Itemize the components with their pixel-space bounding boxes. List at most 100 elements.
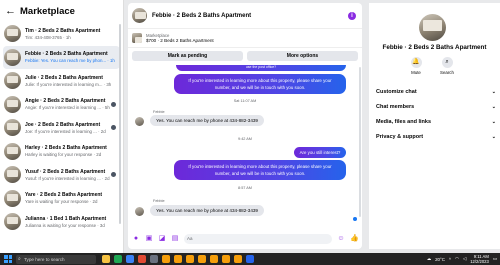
conversation-item[interactable]: Angie · 2 Beds 2 Baths Apartment Angie: …	[0, 93, 123, 117]
wifi-icon[interactable]: ◠	[455, 256, 459, 262]
read-receipt-avatar-icon	[111, 125, 116, 130]
chat-title[interactable]: Febbie · 2 Beds 2 Baths Apartment	[152, 13, 251, 19]
conversation-item[interactable]: Yusuf · 2 Beds 2 Baths Apartment Yusuf: …	[0, 163, 123, 187]
mark-pending-button[interactable]: Mark as pending	[132, 51, 243, 61]
mic-icon[interactable]: ●	[132, 235, 140, 243]
conversation-preview: Yusuf: If you're interested in learning …	[25, 175, 110, 181]
read-receipt-avatar-icon	[111, 172, 116, 177]
mute-label: Mute	[411, 70, 421, 75]
listing-thumbnail	[132, 33, 142, 43]
conversation-name: Febbie · 2 Beds 2 Baths Apartment	[25, 51, 108, 58]
privacy-support-row[interactable]: Privacy & support ⌄	[376, 134, 496, 140]
conversation-item[interactable]: Harley · 2 Beds 2 Baths Apartment Harley…	[0, 140, 123, 164]
timestamp: 9:42 AM	[238, 137, 252, 141]
more-options-button[interactable]: More options	[247, 51, 358, 61]
row-label: Customize chat	[376, 89, 417, 95]
chrome-icon[interactable]	[198, 255, 206, 263]
sender-avatar	[135, 117, 144, 126]
listing-price: $700 · 2 Beds 2 Baths Apartment	[146, 38, 214, 43]
emoji-icon[interactable]: ☺	[337, 235, 345, 243]
avatar	[4, 119, 21, 137]
sender-name: Febbie	[153, 199, 165, 203]
outgoing-message: If you're interested in learning more ab…	[174, 74, 346, 94]
sidebar-title: Marketplace	[20, 5, 75, 17]
profile-avatar[interactable]	[419, 14, 446, 41]
taskbar-search-input[interactable]: Type here to search	[16, 254, 96, 264]
mute-button[interactable]: 🔔 Mute	[404, 57, 428, 75]
conversation-name: Tim · 2 Beds 2 Baths Apartment	[25, 27, 101, 34]
like-icon[interactable]: 👍	[350, 235, 359, 243]
conversation-item[interactable]: Tim · 2 Beds 2 Baths Apartment Tim: 434-…	[0, 22, 123, 46]
conversation-sidebar: ← Marketplace Tim · 2 Beds 2 Baths Apart…	[0, 0, 124, 253]
clock-date: 12/2/2023	[470, 259, 489, 264]
chrome-icon[interactable]	[222, 255, 230, 263]
mail-icon[interactable]	[126, 255, 134, 263]
app-icon[interactable]	[138, 255, 146, 263]
conversation-item[interactable]: Julie · 2 Beds 2 Baths Apartment Julie: …	[0, 69, 123, 93]
avatar	[4, 213, 21, 231]
message-list: use the post office? If you're intereste…	[128, 65, 362, 229]
chat-scrollbar[interactable]	[359, 67, 361, 217]
chrome-icon[interactable]	[162, 255, 170, 263]
listing-card[interactable]: Marketplace $700 · 2 Beds 2 Baths Apartm…	[128, 29, 362, 48]
message-input[interactable]: Aa	[184, 234, 332, 244]
details-title: Febbie · 2 Beds 2 Baths Apartment	[382, 44, 487, 51]
taskbar-clock[interactable]: 9:11 AM 12/2/2023	[470, 254, 489, 264]
avatar	[4, 166, 21, 184]
conversation-preview: Tim: 434-408-3765 · 1h	[25, 34, 71, 40]
media-files-row[interactable]: Media, files and links ⌄	[376, 119, 496, 125]
search-button[interactable]: ⌕ Search	[435, 57, 459, 75]
back-arrow-icon[interactable]: ←	[5, 5, 17, 17]
avatar	[4, 48, 21, 66]
conversation-preview: Angie: If you're interested in learning …	[25, 105, 110, 111]
search-icon: ⌕	[441, 57, 453, 68]
read-receipt-avatar-icon	[111, 101, 116, 107]
incoming-message: Yes. You can reach me by phone at 434-88…	[150, 115, 264, 126]
sidebar-scrollbar[interactable]	[119, 24, 121, 224]
tray-chevron-icon[interactable]: ^	[449, 257, 451, 262]
sender-name: Febbie	[153, 110, 165, 114]
weather-icon[interactable]: ☁	[427, 256, 431, 262]
windows-start-icon[interactable]	[4, 255, 12, 263]
notification-icon[interactable]: ▭	[493, 256, 497, 262]
details-panel: Febbie · 2 Beds 2 Baths Apartment 🔔 Mute…	[369, 3, 500, 249]
chevron-down-icon: ⌄	[491, 134, 496, 140]
incoming-message: Yes. You can reach me by phone at 434-88…	[150, 205, 264, 216]
conversation-item[interactable]: Yare · 2 Beds 2 Baths Apartment Yare is …	[0, 187, 123, 211]
row-label: Privacy & support	[376, 134, 424, 140]
gif-icon[interactable]: ▤	[171, 235, 179, 243]
chrome-icon[interactable]	[234, 255, 242, 263]
customize-chat-row[interactable]: Customize chat ⌄	[376, 89, 496, 95]
conversation-item-selected[interactable]: Febbie · 2 Beds 2 Baths Apartment Febbie…	[3, 45, 120, 69]
conversation-name: Julianna · 1 Bed 1 Bath Apartment	[25, 215, 107, 222]
weather-temp[interactable]: 20°C	[435, 257, 445, 262]
conversation-name: Angie · 2 Beds 2 Baths Apartment	[25, 98, 106, 105]
outgoing-message: use the post office?	[176, 65, 346, 71]
chrome-icon[interactable]	[174, 255, 182, 263]
conversation-name: Harley · 2 Beds 2 Baths Apartment	[25, 145, 107, 152]
info-icon[interactable]: i	[348, 12, 356, 20]
volume-icon[interactable]: ◁	[463, 256, 466, 262]
conversation-name: Yare · 2 Beds 2 Baths Apartment	[25, 192, 103, 199]
file-explorer-icon[interactable]	[102, 255, 110, 263]
sticker-icon[interactable]: ◪	[158, 235, 166, 243]
conversation-item[interactable]: Julianna · 1 Bed 1 Bath Apartment Julian…	[0, 210, 123, 234]
timestamp: 8:57 AM	[238, 186, 252, 190]
chat-header: Febbie · 2 Beds 2 Baths Apartment i	[128, 3, 362, 29]
avatar	[4, 25, 21, 43]
chat-panel: Febbie · 2 Beds 2 Baths Apartment i Mark…	[128, 3, 362, 249]
app-icon[interactable]	[246, 255, 254, 263]
app-icon[interactable]	[150, 255, 158, 263]
chrome-icon[interactable]	[186, 255, 194, 263]
row-label: Media, files and links	[376, 119, 432, 125]
whatsapp-icon[interactable]	[114, 255, 122, 263]
image-icon[interactable]: ▣	[145, 235, 153, 243]
bell-icon: 🔔	[410, 57, 422, 68]
conversation-name: Julie · 2 Beds 2 Baths Apartment	[25, 74, 103, 81]
chat-members-row[interactable]: Chat members ⌄	[376, 104, 496, 110]
chat-avatar[interactable]	[132, 8, 147, 23]
chrome-icon[interactable]	[210, 255, 218, 263]
conversation-item[interactable]: Joe · 2 Beds 2 Baths Apartment Joe: If y…	[0, 116, 123, 140]
conversation-name: Yusuf · 2 Beds 2 Baths Apartment	[25, 168, 106, 175]
listing-actions: Mark as pending More options	[128, 48, 362, 64]
